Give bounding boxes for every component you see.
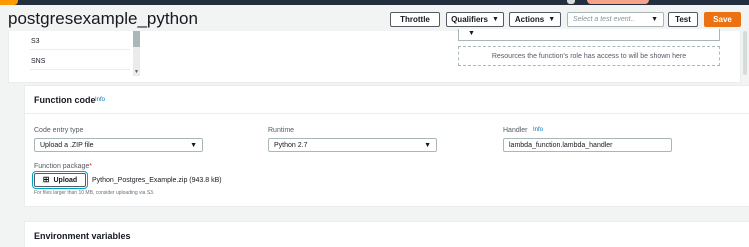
- function-code-header: Function code Info: [25, 86, 749, 114]
- caret-down-icon: ▼: [651, 16, 658, 23]
- runtime-label: Runtime: [268, 127, 295, 134]
- uploaded-file-name: Python_Postgres_Example.zip (943.8 kB): [92, 177, 222, 184]
- handler-value: lambda_function.lambda_handler: [509, 141, 613, 149]
- test-event-placeholder: Select a test event..: [573, 16, 635, 23]
- required-marker: *: [89, 163, 92, 170]
- resource-select[interactable]: ▼: [458, 29, 720, 41]
- function-code-info-link[interactable]: Info: [95, 97, 105, 103]
- function-code-panel: Function code Info Code entry type Uploa…: [24, 85, 749, 207]
- function-package-label: Function package*: [34, 163, 92, 170]
- scrollbar-thumb[interactable]: [133, 31, 140, 47]
- trigger-list: S3 SNS: [24, 31, 137, 76]
- test-event-select[interactable]: Select a test event.. ▼: [567, 12, 664, 27]
- save-label: Save: [713, 15, 732, 24]
- function-package-label-text: Function package: [34, 163, 90, 170]
- environment-variables-title: Environment variables: [34, 231, 131, 241]
- qualifiers-label: Qualifiers: [451, 15, 488, 24]
- code-entry-type-value: Upload a .ZIP file: [40, 141, 94, 149]
- page-scrollbar-thumb[interactable]: [743, 31, 747, 75]
- upload-size-hint: For files larger than 10 MB, consider up…: [34, 190, 155, 196]
- test-label: Test: [675, 15, 691, 24]
- actions-button[interactable]: Actions ▼: [509, 12, 561, 27]
- upload-label: Upload: [53, 176, 78, 184]
- handler-info-link[interactable]: Info: [533, 127, 543, 133]
- throttle-label: Throttle: [400, 15, 430, 24]
- caret-down-icon: ▼: [548, 16, 556, 23]
- code-entry-type-label: Code entry type: [34, 127, 84, 134]
- caret-down-icon: ▼: [190, 141, 197, 149]
- runtime-select[interactable]: Python 2.7 ▼: [268, 138, 437, 152]
- throttle-button[interactable]: Throttle: [390, 12, 440, 27]
- upload-button[interactable]: ⊞ Upload: [32, 171, 88, 189]
- page-title: postgresexample_python: [8, 9, 198, 28]
- save-button[interactable]: Save: [704, 12, 741, 27]
- runtime-value: Python 2.7: [274, 141, 308, 149]
- divider: [30, 69, 130, 70]
- function-code-title: Function code: [34, 95, 96, 105]
- actions-label: Actions: [514, 15, 545, 24]
- list-item-s3[interactable]: S3: [31, 38, 40, 45]
- caret-down-icon: ▼: [468, 30, 475, 37]
- code-entry-type-select[interactable]: Upload a .ZIP file ▼: [34, 138, 203, 152]
- caret-down-icon: ▼: [424, 141, 431, 149]
- caret-down-icon: ▼: [491, 16, 499, 23]
- handler-input[interactable]: lambda_function.lambda_handler: [503, 138, 672, 152]
- test-button[interactable]: Test: [668, 12, 698, 27]
- divider: [30, 49, 130, 50]
- upload-icon: ⊞: [42, 175, 50, 184]
- environment-variables-panel: Environment variables: [24, 221, 749, 247]
- resources-placeholder: Resources the function's role has access…: [458, 46, 720, 66]
- list-item-sns[interactable]: SNS: [31, 58, 45, 65]
- qualifiers-button[interactable]: Qualifiers ▼: [446, 12, 504, 27]
- handler-label: Handler: [503, 127, 528, 134]
- trigger-list-scrollbar[interactable]: ▼: [133, 31, 140, 76]
- bell-icon[interactable]: [567, 0, 575, 4]
- function-header: postgresexample_python Throttle Qualifie…: [0, 5, 749, 31]
- scroll-down-arrow-icon[interactable]: ▼: [134, 69, 139, 75]
- account-menu[interactable]: [587, 0, 649, 4]
